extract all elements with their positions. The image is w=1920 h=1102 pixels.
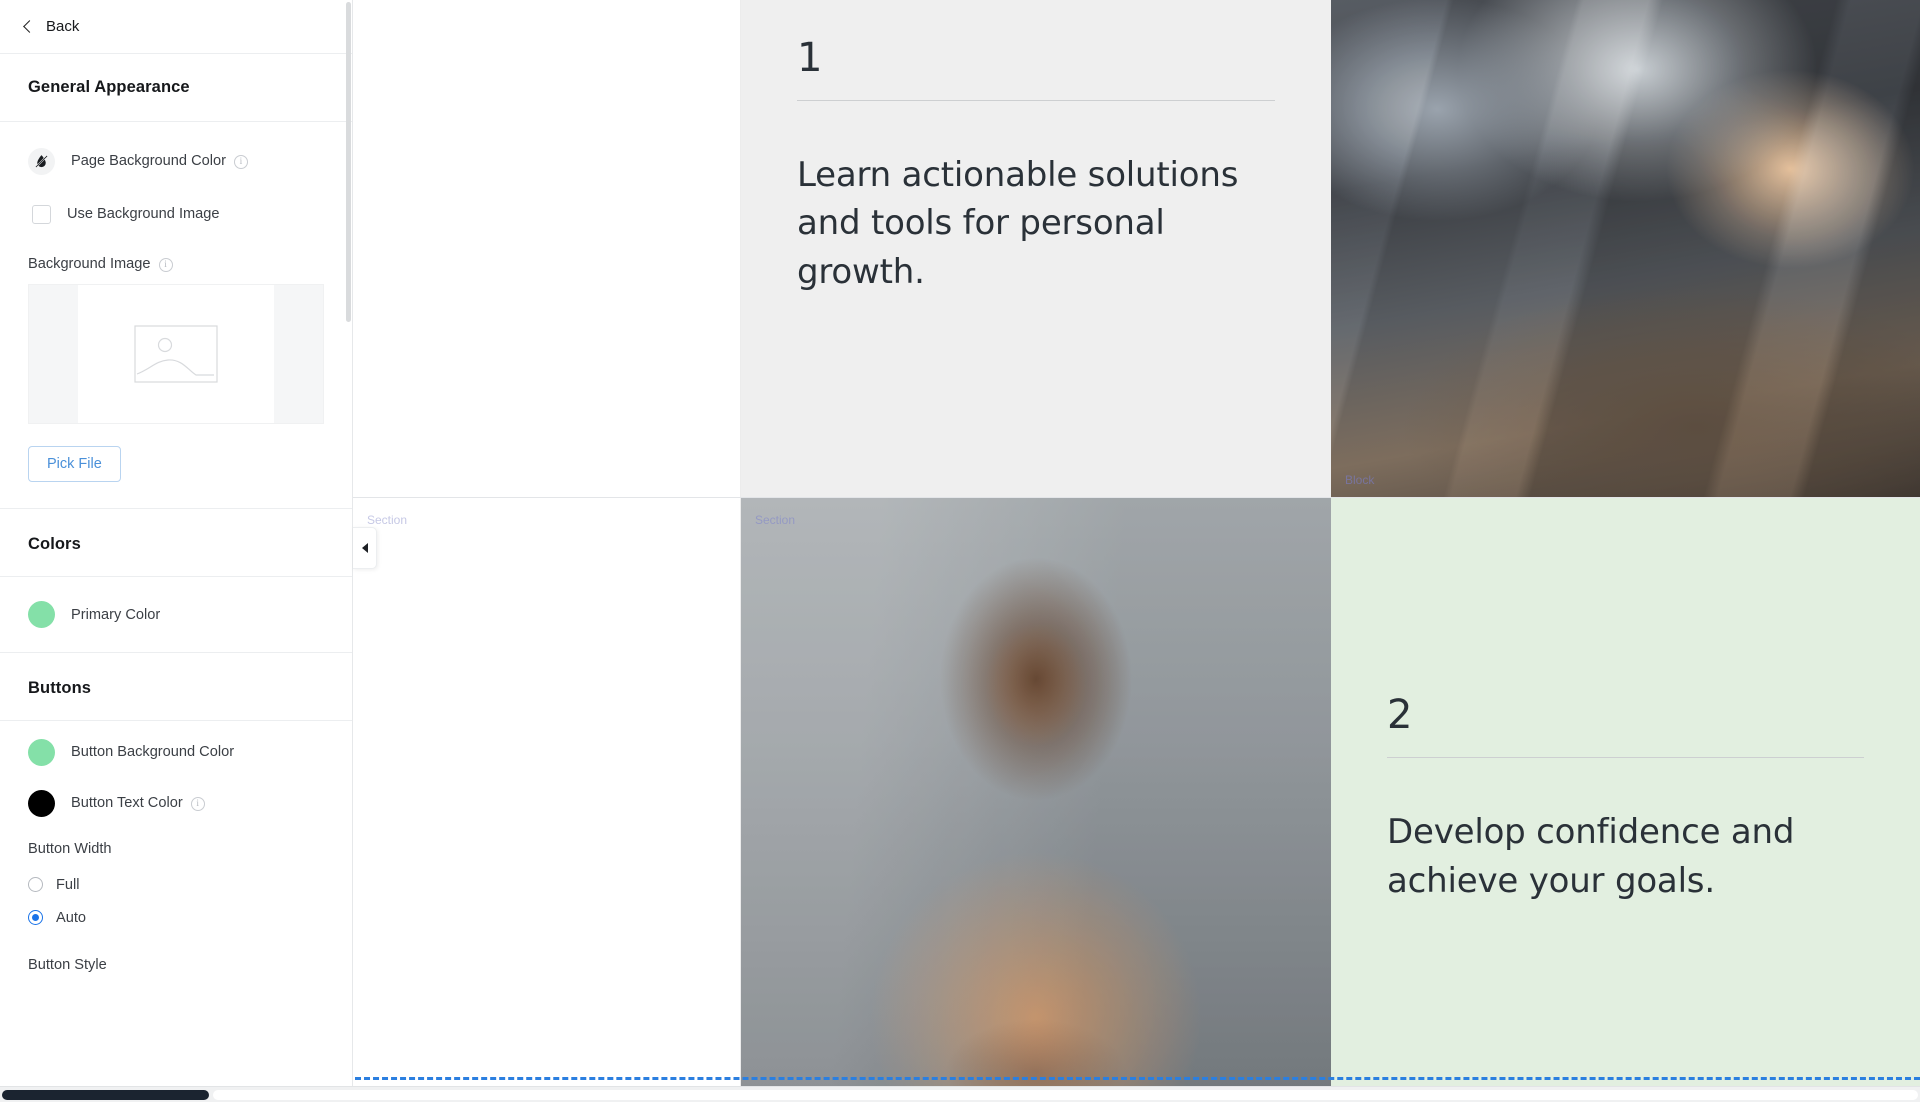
radio-option-full[interactable]: Full	[0, 871, 352, 898]
preview-row-2: Section Section 2 Develop confidence and…	[353, 498, 1920, 1086]
setting-row-button-background-color[interactable]: Button Background Color	[0, 725, 352, 779]
card-1-number: 1	[797, 35, 823, 81]
card-2-number: 2	[1387, 692, 1413, 739]
radio-label-full: Full	[56, 876, 80, 893]
background-image-label: Background Image	[28, 256, 151, 272]
overlay-label-block: Block	[1345, 473, 1375, 487]
button-style-label: Button Style	[28, 957, 107, 973]
button-background-color-swatch[interactable]	[28, 738, 55, 766]
section-header-buttons: Buttons	[0, 653, 352, 721]
radio-option-auto[interactable]: Auto	[0, 904, 352, 931]
setting-label-button-text-color: Button Text Color	[71, 795, 183, 811]
card-1-heading: Learn actionable solutions and tools for…	[797, 155, 1239, 292]
page-title: General Appearance	[28, 78, 190, 96]
app-root: Back General Appearance Page Background …	[0, 0, 1920, 1102]
back-button[interactable]: Back	[0, 0, 352, 54]
meeting-notes-photo[interactable]: Block	[1331, 0, 1920, 497]
panel-title-row: General Appearance	[0, 54, 352, 122]
overlay-label-section: Section	[755, 513, 796, 527]
block-drop-indicator	[355, 1077, 1920, 1080]
background-image-preview[interactable]	[28, 284, 324, 424]
section-heading-colors: Colors	[28, 535, 81, 553]
setting-label-primary-color: Primary Color	[71, 606, 161, 623]
setting-label-use-background-image: Use Background Image	[67, 206, 220, 222]
preview-row-1-left-gutter	[353, 0, 741, 497]
horizontal-scrollbar[interactable]	[0, 1086, 1920, 1102]
setting-row-primary-color[interactable]: Primary Color	[0, 577, 352, 653]
info-icon[interactable]: i	[158, 258, 173, 272]
use-background-image-checkbox[interactable]	[32, 204, 51, 224]
primary-color-swatch[interactable]	[28, 601, 55, 628]
button-width-label-text: Button Width	[28, 841, 112, 857]
info-icon[interactable]: i	[233, 155, 248, 169]
back-button-label: Back	[46, 18, 80, 35]
woman-with-laptop-photo[interactable]: Section	[741, 498, 1331, 1086]
background-image-label-row: Background Image i	[0, 256, 352, 272]
card-1-divider	[797, 100, 1275, 101]
preview-card-1[interactable]: 1 Learn actionable solutions and tools f…	[741, 0, 1331, 497]
button-width-label: Button Width	[0, 841, 352, 857]
radio-full[interactable]	[28, 877, 43, 892]
pick-file-button[interactable]: Pick File	[28, 446, 121, 482]
setting-label-button-background-color: Button Background Color	[71, 744, 235, 760]
preview-row-1: 1 Learn actionable solutions and tools f…	[353, 0, 1920, 498]
pick-file-wrapper: Pick File	[0, 424, 352, 509]
setting-row-page-background-color[interactable]: Page Background Color i	[0, 132, 352, 190]
appearance-settings-sidebar: Back General Appearance Page Background …	[0, 0, 353, 1086]
radio-auto[interactable]	[28, 910, 43, 925]
image-placeholder-icon	[134, 325, 218, 383]
sidebar-scrollbar[interactable]	[346, 2, 351, 322]
setting-row-button-text-color[interactable]: Button Text Color i	[0, 779, 352, 827]
page-preview-canvas: 1 Learn actionable solutions and tools f…	[353, 0, 1920, 1086]
radio-label-auto: Auto	[56, 909, 87, 926]
chevron-left-icon	[361, 543, 368, 553]
section-heading-buttons: Buttons	[28, 679, 92, 697]
horizontal-scrollbar-thumb[interactable]	[2, 1090, 209, 1100]
preview-card-2[interactable]: 2 Develop confidence and achieve your go…	[1331, 498, 1920, 1086]
card-2-heading: Develop confidence and achieve your goal…	[1387, 812, 1795, 901]
horizontal-scrollbar-rest	[213, 1090, 1918, 1100]
preview-row-2-left-gutter: Section	[353, 498, 741, 1086]
section-header-colors: Colors	[0, 509, 352, 577]
button-text-color-swatch[interactable]	[28, 789, 55, 817]
setting-label-page-background-color: Page Background Color	[71, 153, 226, 169]
card-2-divider	[1387, 757, 1864, 759]
chevron-left-icon	[20, 19, 36, 35]
setting-row-use-background-image[interactable]: Use Background Image	[0, 190, 352, 238]
background-image-preview-inner	[78, 285, 274, 423]
collapse-sidebar-button[interactable]	[353, 527, 377, 569]
overlay-label-section: Section	[367, 513, 408, 527]
info-icon[interactable]: i	[190, 797, 205, 811]
no-color-droplet-icon[interactable]	[28, 147, 55, 175]
